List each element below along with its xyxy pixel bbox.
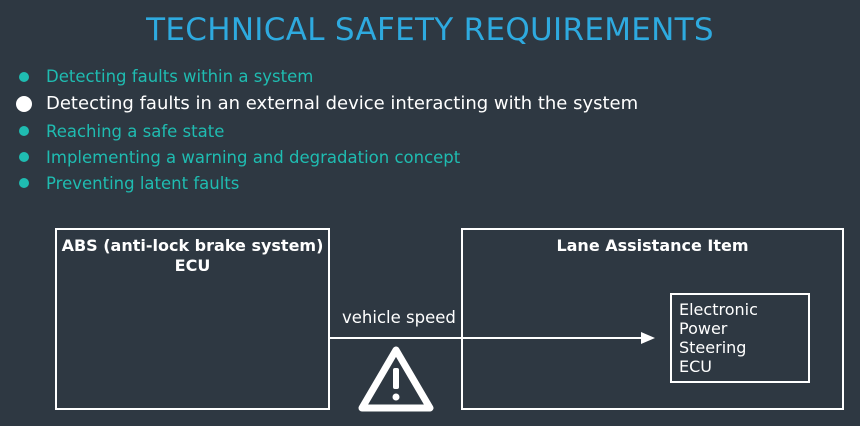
diagram-connectors: [330, 332, 655, 412]
signal-arrow: [330, 332, 655, 344]
warning-triangle-icon: [358, 346, 434, 412]
